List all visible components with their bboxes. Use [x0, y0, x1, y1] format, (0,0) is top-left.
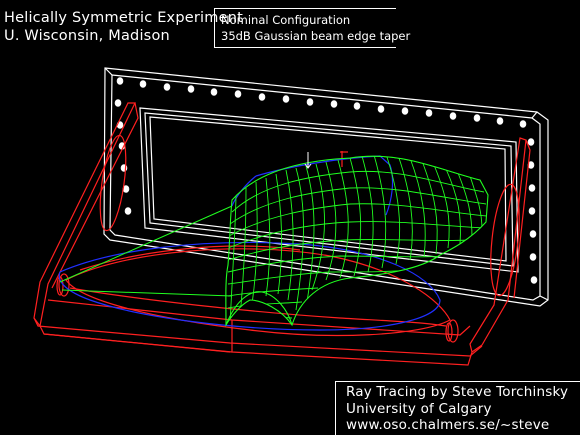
- beam-taper-label: 35dB Gaussian beam edge taper: [221, 29, 411, 43]
- credit-university: University of Calgary: [346, 400, 492, 417]
- configuration-label-box: Nominal Configuration 35dB Gaussian beam…: [214, 8, 411, 48]
- antenna-raytrace-diagram: [33, 67, 549, 366]
- credit-author: Ray Tracing by Steve Torchinsky: [346, 384, 569, 400]
- experiment-title-block: Helically Symmetric Experiment U. Wiscon…: [0, 0, 243, 48]
- figure-frame: Helically Symmetric Experiment U. Wiscon…: [0, 0, 580, 435]
- experiment-title: Helically Symmetric Experiment: [4, 10, 243, 26]
- feed-marker: [304, 152, 312, 169]
- credit-url: www.oso.chalmers.se/~steve: [346, 417, 550, 433]
- institution-name: U. Wisconsin, Madison: [4, 28, 170, 44]
- credits-box: Ray Tracing by Steve Torchinsky Universi…: [335, 381, 580, 435]
- vacuum-window-housing: [103, 67, 549, 307]
- configuration-name: Nominal Configuration: [221, 13, 351, 27]
- elliptical-mirror-outline: [58, 155, 441, 331]
